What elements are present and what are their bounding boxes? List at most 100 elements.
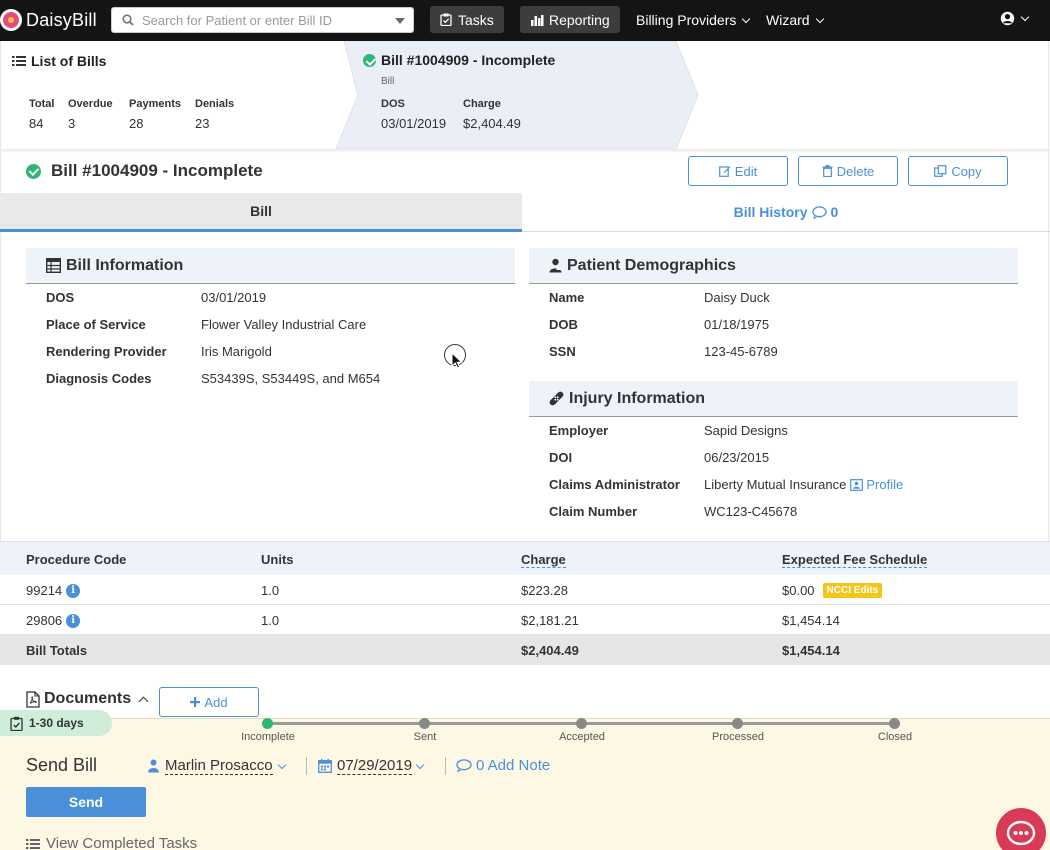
copy-button[interactable]: Copy xyxy=(908,156,1008,186)
info-icon[interactable]: i xyxy=(66,613,81,628)
active-bill-charge: Charge $2,404.49 xyxy=(463,98,521,131)
status-step-dot-closed xyxy=(889,718,900,729)
search-input[interactable] xyxy=(142,10,392,30)
search-dropdown-icon[interactable] xyxy=(395,18,405,24)
chevron-up-icon xyxy=(138,696,149,706)
app-logo[interactable]: DaisyBill xyxy=(0,9,97,31)
active-bill-subtitle: Bill xyxy=(381,76,395,87)
stat-value: 3 xyxy=(68,116,76,131)
active-bill-title[interactable]: Bill #1004909 - Incomplete xyxy=(363,52,555,68)
stat-label: Denials xyxy=(195,98,235,110)
patient-ssn-label: SSN xyxy=(549,344,576,359)
stat-denials[interactable]: Denials 23 xyxy=(195,98,234,131)
bill-information-header: Bill Information xyxy=(26,248,515,284)
employer-value: Sapid Designs xyxy=(704,423,788,438)
reporting-button[interactable]: Reporting xyxy=(520,6,620,33)
claims-administrator-value: Liberty Mutual Insurance Profile xyxy=(704,477,903,492)
charge-cell: $2,181.21 xyxy=(521,613,579,628)
search-box[interactable] xyxy=(111,7,414,33)
status-step-label: Sent xyxy=(413,731,437,743)
pdf-file-icon xyxy=(26,690,40,708)
stat-overdue[interactable]: Overdue 3 xyxy=(68,98,113,131)
chevron-down-icon xyxy=(415,760,425,769)
info-icon[interactable]: i xyxy=(66,583,81,598)
view-completed-tasks-link[interactable]: View Completed Tasks xyxy=(26,835,197,850)
status-step-dot-processed xyxy=(732,718,743,729)
rendering-provider-value: Iris Marigold xyxy=(201,344,272,359)
dos-label: DOS xyxy=(381,98,405,110)
list-of-bills-title[interactable]: List of Bills xyxy=(12,53,106,69)
assignee-name: Marlin Prosacco xyxy=(165,757,273,775)
claims-administrator-name: Liberty Mutual Insurance xyxy=(704,477,847,492)
list-of-bills-panel[interactable]: List of Bills Total 84 Overdue 3 Payment… xyxy=(0,41,340,149)
status-step-dot-sent xyxy=(419,718,430,729)
tasks-label: Tasks xyxy=(458,11,494,28)
procedure-code-header: Procedure Code xyxy=(26,552,127,567)
place-of-service-value: Flower Valley Industrial Care xyxy=(201,317,367,332)
ncci-edits-badge[interactable]: NCCI Edits xyxy=(822,583,883,598)
search-icon xyxy=(122,14,134,26)
clipboard-check-icon xyxy=(440,13,452,26)
procedure-code-cell: 99214 i xyxy=(26,583,81,598)
comment-icon xyxy=(456,759,472,772)
tab-history-label: Bill History xyxy=(733,204,808,220)
place-of-service-label: Place of Service xyxy=(46,317,146,332)
edit-button[interactable]: Edit xyxy=(688,156,788,186)
expected-fee-schedule-header[interactable]: Expected Fee Schedule xyxy=(782,552,928,568)
add-document-label: Add xyxy=(204,694,228,710)
patient-name-label: Name xyxy=(549,290,585,305)
status-step-label: Incomplete xyxy=(241,731,295,743)
stat-payments[interactable]: Payments 28 xyxy=(129,98,181,131)
user-menu[interactable] xyxy=(1000,11,1030,26)
tasks-button[interactable]: Tasks xyxy=(430,6,504,33)
tab-bill[interactable]: Bill xyxy=(0,193,522,232)
add-document-button[interactable]: Add xyxy=(159,687,259,717)
charge-header[interactable]: Charge xyxy=(521,552,566,568)
dos-value: 03/01/2019 xyxy=(381,116,447,131)
patient-ssn-value: 123-45-6789 xyxy=(704,344,778,359)
user-icon xyxy=(148,759,159,773)
app-name: DaisyBill xyxy=(26,9,97,30)
billing-providers-menu[interactable]: Billing Providers xyxy=(636,12,751,28)
charge-cell: $223.28 xyxy=(521,583,568,598)
wizard-menu[interactable]: Wizard xyxy=(766,12,824,28)
delete-button[interactable]: Delete xyxy=(798,156,898,186)
stat-total[interactable]: Total 84 xyxy=(29,98,54,131)
frame-border-right xyxy=(1048,41,1049,541)
tab-bill-history[interactable]: Bill History 0 xyxy=(522,193,1050,232)
top-navbar: DaisyBill Tasks Reporting Billing Provid… xyxy=(0,0,1050,41)
claims-administrator-label: Claims Administrator xyxy=(549,477,680,492)
task-age-badge: 1-30 days xyxy=(0,710,112,736)
assignee-dropdown[interactable]: Marlin Prosacco xyxy=(148,757,286,775)
bill-information-title: Bill Information xyxy=(66,256,184,274)
stat-label: Overdue xyxy=(68,98,113,110)
rendering-provider-label: Rendering Provider xyxy=(46,344,167,359)
stat-value: 84 xyxy=(29,116,44,131)
user-id-icon xyxy=(549,258,562,273)
units-cell: 1.0 xyxy=(261,613,280,628)
list-of-bills-label: List of Bills xyxy=(31,53,107,69)
fee-cell: $1,454.14 xyxy=(782,613,840,628)
add-note-link[interactable]: 0 Add Note xyxy=(456,757,550,774)
due-date-dropdown[interactable]: 07/29/2019 xyxy=(318,757,425,775)
documents-toggle[interactable]: Documents xyxy=(26,690,149,708)
status-step-dot-incomplete xyxy=(262,718,273,729)
charge-label: Charge xyxy=(463,98,501,110)
page-title: Bill #1004909 - Incomplete xyxy=(26,161,263,181)
chat-button[interactable] xyxy=(996,808,1046,850)
reporting-label: Reporting xyxy=(549,11,610,28)
documents-title: Documents xyxy=(44,690,132,707)
profile-link[interactable]: Profile xyxy=(850,477,903,492)
patient-name-value: Daisy Duck xyxy=(704,290,770,305)
fee-cell: $0.00 NCCI Edits xyxy=(782,583,883,598)
status-step-dot-accepted xyxy=(576,718,587,729)
divider xyxy=(306,757,307,775)
trash-icon xyxy=(822,165,833,177)
dos-field-value: 03/01/2019 xyxy=(201,290,267,305)
daisy-logo-icon xyxy=(0,9,22,31)
list-icon xyxy=(26,838,40,849)
active-bill-dos: DOS 03/01/2019 xyxy=(381,98,446,131)
calendar-icon xyxy=(318,759,332,773)
send-button[interactable]: Send xyxy=(26,787,146,817)
diagnosis-codes-label: Diagnosis Codes xyxy=(46,371,152,386)
